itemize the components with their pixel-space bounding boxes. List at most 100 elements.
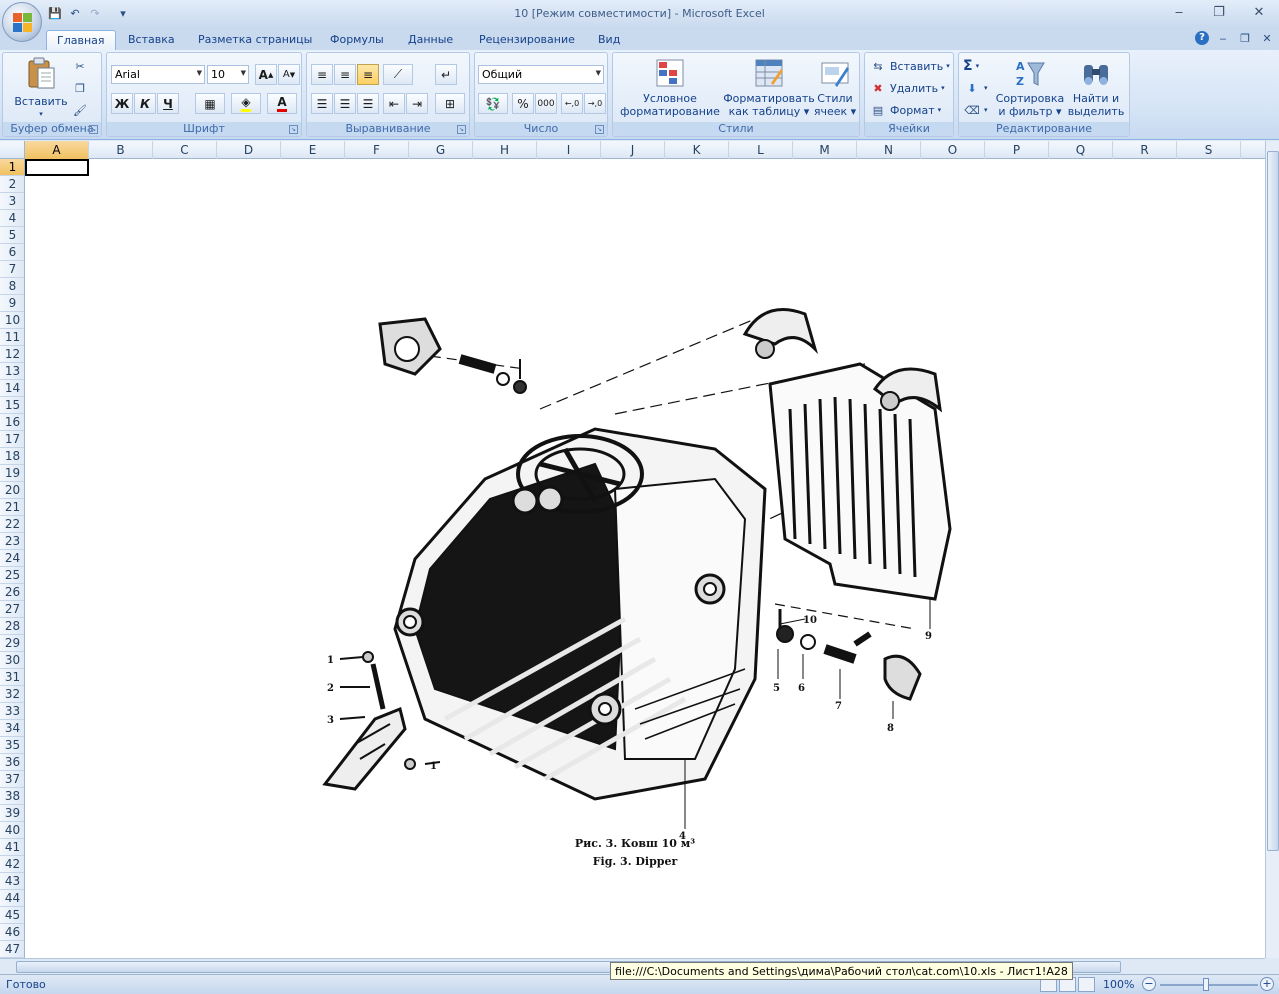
font-name-combo[interactable]: Arial ▼ xyxy=(111,65,205,84)
row-header-18[interactable]: 18 xyxy=(0,448,24,465)
copy-icon[interactable]: ❐ xyxy=(71,79,89,97)
column-header-s[interactable]: S xyxy=(1177,141,1241,159)
decrease-indent-button[interactable]: ⇤ xyxy=(383,93,405,114)
row-header-4[interactable]: 4 xyxy=(0,210,24,227)
column-header-a[interactable]: A xyxy=(25,141,89,159)
row-header-38[interactable]: 38 xyxy=(0,788,24,805)
row-header-28[interactable]: 28 xyxy=(0,618,24,635)
row-header-16[interactable]: 16 xyxy=(0,414,24,431)
increase-decimal-button[interactable]: ←,0 xyxy=(561,93,583,114)
font-color-button[interactable]: A xyxy=(267,93,297,114)
paste-button[interactable]: Вставить ▾ xyxy=(11,57,71,121)
cut-icon[interactable]: ✂ xyxy=(71,57,89,75)
ribbon-close-button[interactable]: ✕ xyxy=(1259,32,1275,45)
wrap-text-button[interactable]: ↵ xyxy=(435,64,457,85)
column-header-f[interactable]: F xyxy=(345,141,409,159)
orientation-button[interactable]: ⟋ xyxy=(383,64,413,85)
row-header-47[interactable]: 47 xyxy=(0,941,24,958)
column-header-g[interactable]: G xyxy=(409,141,473,159)
column-header-h[interactable]: H xyxy=(473,141,537,159)
percent-button[interactable]: % xyxy=(512,93,534,114)
bold-button[interactable]: Ж xyxy=(111,93,133,114)
align-top-button[interactable]: ≡ xyxy=(311,64,333,85)
row-header-30[interactable]: 30 xyxy=(0,652,24,669)
row-header-3[interactable]: 3 xyxy=(0,193,24,210)
column-header-b[interactable]: B xyxy=(89,141,153,159)
row-header-27[interactable]: 27 xyxy=(0,601,24,618)
row-header-17[interactable]: 17 xyxy=(0,431,24,448)
column-header-r[interactable]: R xyxy=(1113,141,1177,159)
italic-button[interactable]: К xyxy=(134,93,156,114)
row-header-19[interactable]: 19 xyxy=(0,465,24,482)
row-header-21[interactable]: 21 xyxy=(0,499,24,516)
align-center-button[interactable]: ☰ xyxy=(334,93,356,114)
row-header-39[interactable]: 39 xyxy=(0,805,24,822)
alignment-launcher-icon[interactable]: ↘ xyxy=(457,125,466,134)
align-bottom-button[interactable]: ≡ xyxy=(357,64,379,85)
vertical-scroll-thumb[interactable] xyxy=(1267,151,1279,851)
column-header-d[interactable]: D xyxy=(217,141,281,159)
align-left-button[interactable]: ☰ xyxy=(311,93,333,114)
font-launcher-icon[interactable]: ↘ xyxy=(289,125,298,134)
row-header-22[interactable]: 22 xyxy=(0,516,24,533)
column-header-p[interactable]: P xyxy=(985,141,1049,159)
row-header-32[interactable]: 32 xyxy=(0,686,24,703)
currency-button[interactable]: 💱 xyxy=(478,93,508,114)
tab-formulas[interactable]: Формулы xyxy=(320,30,394,50)
column-header-e[interactable]: E xyxy=(281,141,345,159)
row-header-26[interactable]: 26 xyxy=(0,584,24,601)
zoom-slider-knob[interactable] xyxy=(1203,978,1209,991)
row-header-9[interactable]: 9 xyxy=(0,295,24,312)
increase-indent-button[interactable]: ⇥ xyxy=(406,93,428,114)
row-header-13[interactable]: 13 xyxy=(0,363,24,380)
find-select-button[interactable]: Найти и выделить ▾ xyxy=(1065,57,1127,131)
row-header-23[interactable]: 23 xyxy=(0,533,24,550)
row-header-35[interactable]: 35 xyxy=(0,737,24,754)
borders-button[interactable]: ▦ xyxy=(195,93,225,114)
grow-font-button[interactable]: A ▲ xyxy=(255,64,277,85)
fill-button[interactable]: ⬇ ▾ xyxy=(963,78,987,98)
row-header-44[interactable]: 44 xyxy=(0,890,24,907)
merge-cells-button[interactable]: ⊞ xyxy=(435,93,465,114)
clipboard-launcher-icon[interactable]: ↘ xyxy=(89,125,98,134)
tab-view[interactable]: Вид xyxy=(588,30,630,50)
zoom-slider[interactable] xyxy=(1160,984,1258,986)
column-header-c[interactable]: C xyxy=(153,141,217,159)
cell-styles-button[interactable]: Стили ячеек ▾ xyxy=(813,57,857,118)
number-format-combo[interactable]: Общий ▼ xyxy=(478,65,604,84)
column-header-q[interactable]: Q xyxy=(1049,141,1113,159)
thousands-button[interactable]: 000 xyxy=(535,93,557,114)
active-cell-a1[interactable] xyxy=(25,159,89,176)
row-header-8[interactable]: 8 xyxy=(0,278,24,295)
row-header-46[interactable]: 46 xyxy=(0,924,24,941)
row-header-2[interactable]: 2 xyxy=(0,176,24,193)
clear-button[interactable]: ⌫ ▾ xyxy=(963,100,987,120)
row-header-45[interactable]: 45 xyxy=(0,907,24,924)
number-launcher-icon[interactable]: ↘ xyxy=(595,125,604,134)
help-icon[interactable]: ? xyxy=(1195,31,1209,45)
tab-review[interactable]: Рецензирование xyxy=(469,30,585,50)
fill-color-button[interactable]: ◈ xyxy=(231,93,261,114)
select-all-button[interactable] xyxy=(0,141,25,159)
conditional-formatting-button[interactable]: Условное форматирование ▾ xyxy=(617,57,723,131)
format-painter-icon[interactable]: 🖌 xyxy=(71,101,89,119)
column-header-o[interactable]: O xyxy=(921,141,985,159)
row-header-7[interactable]: 7 xyxy=(0,261,24,278)
row-header-36[interactable]: 36 xyxy=(0,754,24,771)
ribbon-minimize-button[interactable]: ‒ xyxy=(1215,32,1231,45)
column-header-n[interactable]: N xyxy=(857,141,921,159)
row-header-12[interactable]: 12 xyxy=(0,346,24,363)
tab-data[interactable]: Данные xyxy=(398,30,463,50)
format-cells-button[interactable]: ▤ Формат ▾ xyxy=(869,100,941,120)
row-header-34[interactable]: 34 xyxy=(0,720,24,737)
vertical-scrollbar[interactable] xyxy=(1265,141,1279,958)
row-header-15[interactable]: 15 xyxy=(0,397,24,414)
worksheet-grid[interactable]: 1 2 3 1 4 5 6 7 8 9 10 Рис. 3. Ковш 10 м… xyxy=(25,159,1265,958)
row-header-42[interactable]: 42 xyxy=(0,856,24,873)
row-header-14[interactable]: 14 xyxy=(0,380,24,397)
office-button[interactable] xyxy=(2,2,42,42)
row-header-5[interactable]: 5 xyxy=(0,227,24,244)
shrink-font-button[interactable]: A ▼ xyxy=(278,64,300,85)
align-middle-button[interactable]: ≡ xyxy=(334,64,356,85)
font-size-combo[interactable]: 10 ▼ xyxy=(207,65,249,84)
